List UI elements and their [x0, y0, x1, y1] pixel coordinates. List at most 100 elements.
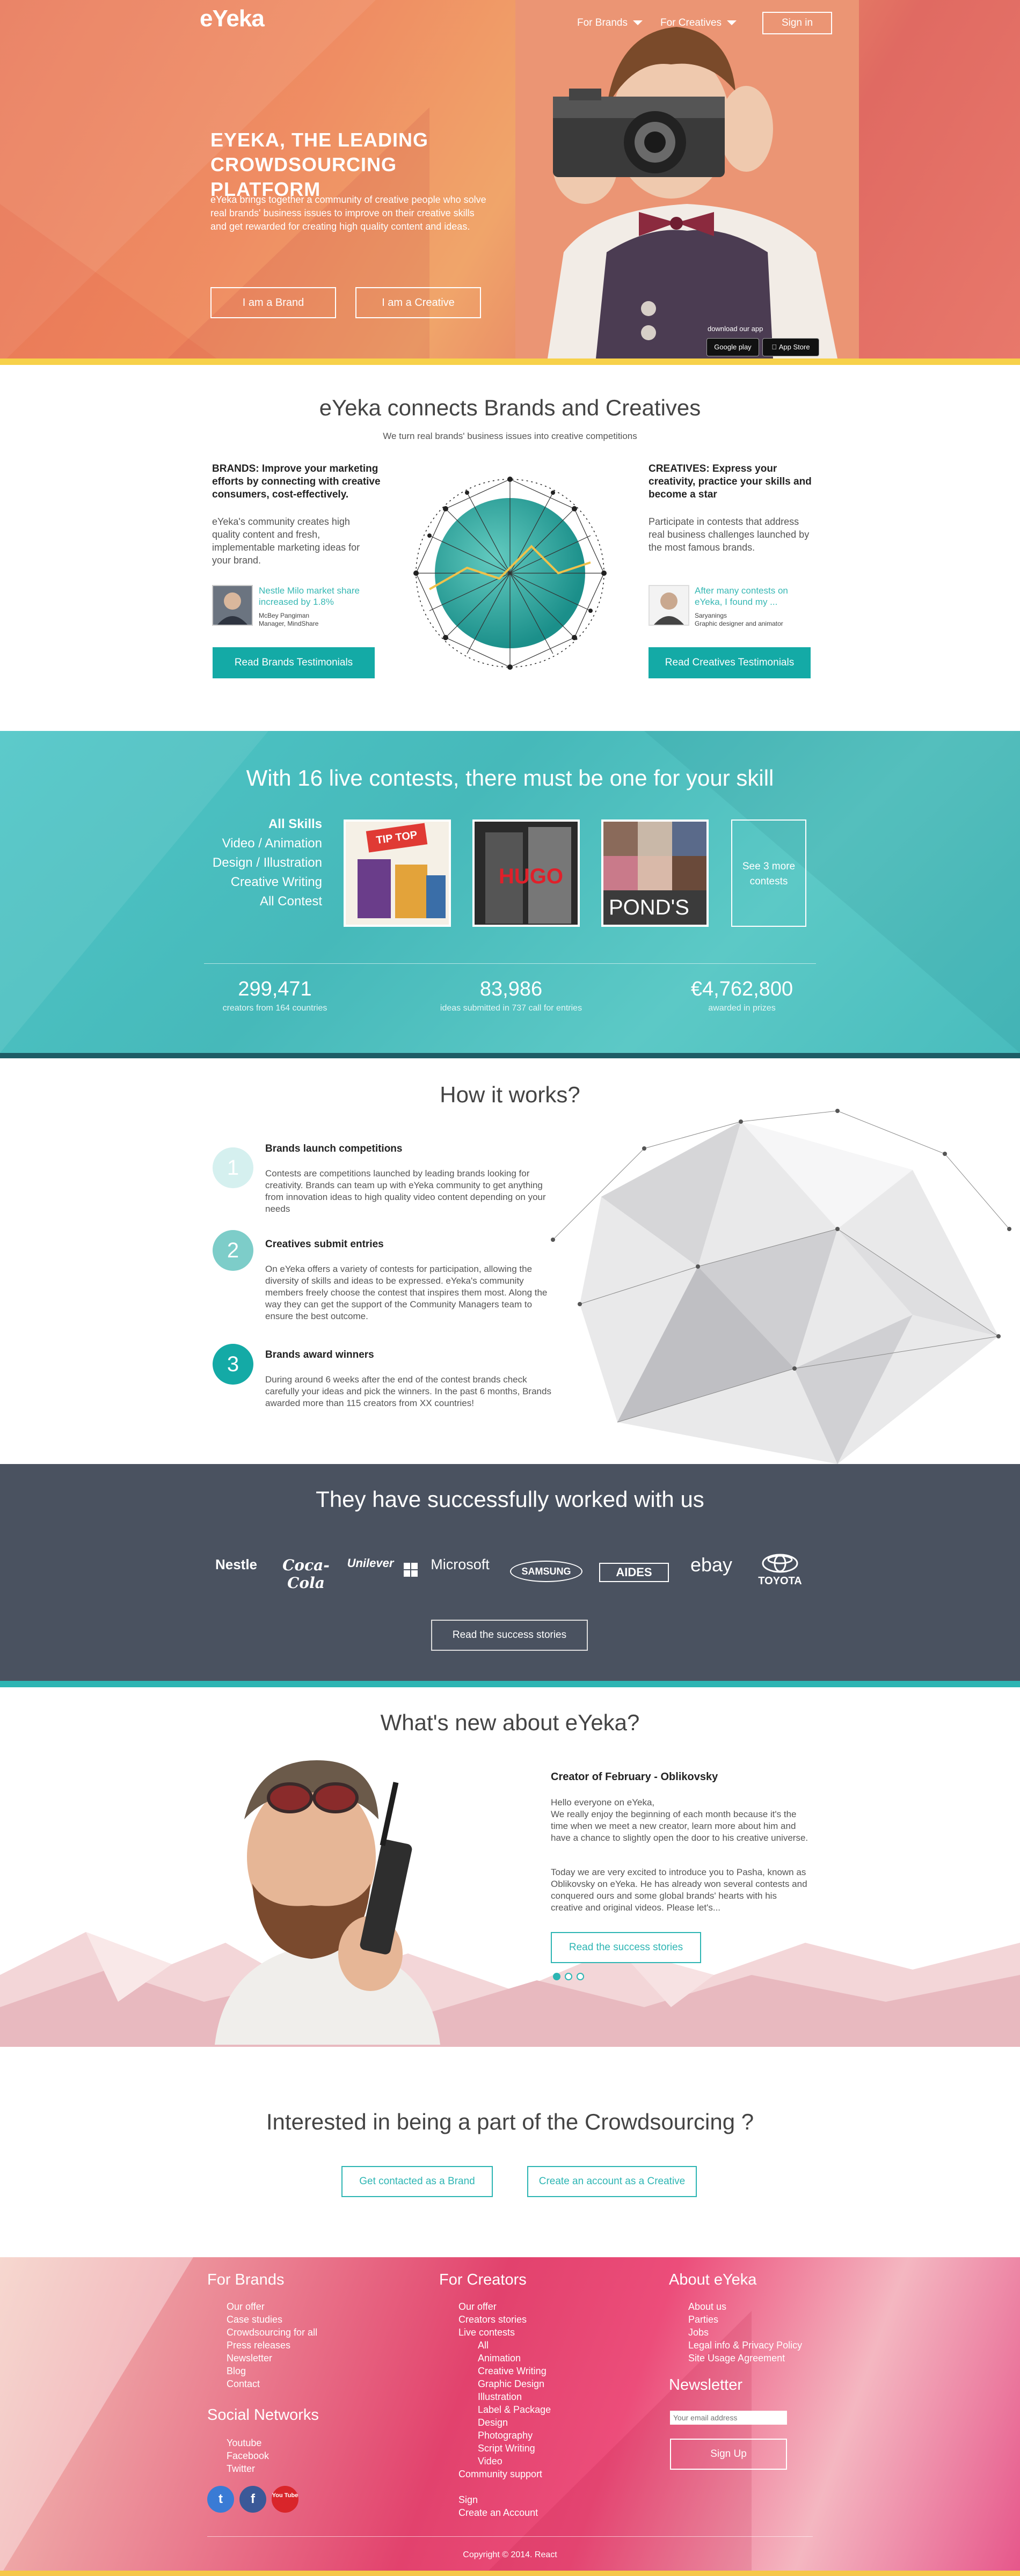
contests-divider-line — [204, 963, 816, 964]
footer-link[interactable]: Crowdsourcing for all — [227, 2326, 317, 2339]
brands-quote[interactable]: Nestle Milo market share increased by 1.… — [259, 585, 377, 608]
footer-link[interactable]: Creators stories — [458, 2313, 551, 2326]
see-more-contests-button[interactable]: See 3 more contests — [731, 819, 806, 927]
app-store-label: App Store — [775, 343, 810, 351]
footer-link[interactable]: All — [478, 2339, 551, 2352]
footer-link[interactable]: Creative Writing — [478, 2365, 551, 2377]
footer-link[interactable]: Contact — [227, 2377, 317, 2390]
footer-link[interactable]: About us — [688, 2300, 802, 2313]
footer-link[interactable]: Live contests — [458, 2326, 551, 2339]
hero-title: EYEKA, THE LEADING CROWDSOURCING PLATFOR… — [210, 129, 429, 200]
nav-for-creatives[interactable]: For Creatives — [660, 17, 737, 29]
footer-link[interactable]: Illustration — [478, 2390, 551, 2403]
brand-logo-toyota: TOYOTA — [758, 1575, 802, 1587]
interest-section — [0, 2047, 1020, 2257]
brand-logo-unilever: Unilever — [347, 1556, 394, 1570]
footer-link[interactable]: Newsletter — [227, 2352, 317, 2365]
footer-link[interactable]: Create an Account — [458, 2506, 551, 2519]
step-1-heading: Brands launch competitions — [265, 1143, 403, 1154]
connect-title: eYeka connects Brands and Creatives — [319, 395, 701, 420]
footer-link[interactable]: Jobs — [688, 2326, 802, 2339]
brand-logo-cocacola: Coca-Cola — [282, 1556, 330, 1592]
newsletter-email-input[interactable] — [670, 2411, 787, 2425]
footer-link[interactable]: Script Writing — [478, 2442, 551, 2455]
skill-filter-all-contest[interactable]: All Contest — [161, 894, 322, 909]
news-paragraph-1: Hello everyone on eYeka, We really enjoy… — [551, 1797, 808, 1843]
footer-link[interactable]: Video — [478, 2455, 551, 2468]
footer-link[interactable]: Sign — [458, 2493, 551, 2506]
footer-link[interactable]: Blog — [227, 2365, 317, 2377]
step-3-number: 3 — [213, 1344, 253, 1385]
footer-link[interactable]: Legal info & Privacy Policy — [688, 2339, 802, 2352]
footer-link-facebook[interactable]: Facebook — [227, 2449, 269, 2462]
footer-link[interactable]: Our offer — [458, 2300, 551, 2313]
globe-illustration — [413, 477, 607, 670]
youtube-icon[interactable]: You Tube — [272, 2486, 298, 2513]
footer-for-brands-links: Our offer Case studies Crowdsourcing for… — [227, 2300, 317, 2390]
footer-link[interactable]: Community support — [458, 2468, 551, 2480]
read-success-stories-button[interactable]: Read the success stories — [431, 1620, 588, 1651]
contest-thumb-tiptop[interactable]: TIP TOP — [344, 819, 451, 927]
footer-link[interactable]: Our offer — [227, 2300, 317, 2313]
chevron-down-icon — [727, 20, 737, 26]
step-1-text: Contests are competitions launched by le… — [265, 1168, 546, 1214]
carousel-dot-2[interactable] — [565, 1973, 572, 1980]
brand-logo-samsung: SAMSUNG — [510, 1561, 582, 1582]
create-creative-account-button[interactable]: Create an account as a Creative — [527, 2166, 697, 2197]
step-2-number: 2 — [213, 1230, 253, 1271]
contest-thumb-hugo[interactable]: HUGO — [472, 819, 580, 927]
signin-button[interactable]: Sign in — [762, 12, 832, 34]
creatives-quote[interactable]: After many contests on eYeka, I found my… — [695, 585, 813, 608]
app-store-button[interactable]:  App Store — [762, 338, 819, 356]
newsletter-signup-button[interactable]: Sign Up — [670, 2439, 787, 2470]
step-2-heading: Creatives submit entries — [265, 1239, 384, 1250]
news-read-more-button[interactable]: Read the success stories — [551, 1932, 701, 1963]
contest-thumb-ponds[interactable]: POND'S — [601, 819, 709, 927]
nav-for-brands-label: For Brands — [577, 17, 628, 28]
footer-link[interactable]: Graphic Design — [478, 2377, 551, 2390]
skill-filter-all[interactable]: All Skills — [161, 817, 322, 832]
read-creatives-testimonials-button[interactable]: Read Creatives Testimonials — [649, 647, 811, 678]
mountains-illustration — [0, 1932, 1020, 2047]
step-1-number: 1 — [213, 1147, 253, 1188]
footer-link[interactable]: Design — [478, 2416, 551, 2429]
get-contacted-brand-button[interactable]: Get contacted as a Brand — [341, 2166, 493, 2197]
footer-link-youtube[interactable]: Youtube — [227, 2436, 269, 2449]
person-icon — [217, 592, 247, 625]
brand-logo-nestle: Nestle — [215, 1556, 258, 1572]
skill-filter-design[interactable]: Design / Illustration — [161, 855, 322, 870]
footer-link[interactable]: Press releases — [227, 2339, 317, 2352]
footer-link[interactable]: Site Usage Agreement — [688, 2352, 802, 2365]
step-3-heading: Brands award winners — [265, 1349, 374, 1360]
footer-link-twitter[interactable]: Twitter — [227, 2462, 269, 2475]
brand-logo-aides: AIDES — [599, 1563, 669, 1582]
carousel-dot-3[interactable] — [577, 1973, 584, 1980]
logo[interactable]: eYeka — [200, 5, 265, 32]
skill-filter-video[interactable]: Video / Animation — [161, 836, 322, 851]
nav-for-brands[interactable]: For Brands — [577, 17, 643, 29]
contests-title: With 16 live contests, there must be one… — [246, 765, 774, 791]
read-brands-testimonials-button[interactable]: Read Brands Testimonials — [213, 647, 375, 678]
stat-creators-value: 299,471 — [238, 978, 312, 1000]
contest-thumb-label: HUGO — [499, 865, 563, 888]
brands-heading: BRANDS: Improve your marketing efforts b… — [212, 463, 381, 500]
footer-link[interactable]: Label & Package — [478, 2403, 551, 2416]
hero-divider — [0, 358, 1020, 365]
carousel-dot-1[interactable] — [553, 1973, 560, 1980]
interest-title: Interested in being a part of the Crowds… — [266, 2109, 754, 2134]
creatives-person-name: Saryanings — [695, 612, 727, 619]
footer-link[interactable]: Photography — [478, 2429, 551, 2442]
brands-person-name: McBey Pangiman — [259, 612, 310, 619]
footer-link[interactable]: Parties — [688, 2313, 802, 2326]
i-am-a-creative-button[interactable]: I am a Creative — [355, 287, 481, 318]
footer-link[interactable]: Case studies — [227, 2313, 317, 2326]
google-play-button[interactable]: Google play — [706, 338, 759, 356]
facebook-icon[interactable]: f — [239, 2486, 266, 2513]
skill-filter-writing[interactable]: Creative Writing — [161, 875, 322, 890]
footer-for-creators-title: For Creators — [439, 2271, 527, 2288]
twitter-icon[interactable]: t — [207, 2486, 234, 2513]
i-am-a-brand-button[interactable]: I am a Brand — [210, 287, 336, 318]
footer-about-links: About us Parties Jobs Legal info & Priva… — [688, 2300, 802, 2365]
footer-link[interactable]: Animation — [478, 2352, 551, 2365]
news-title: What's new about eYeka? — [380, 1710, 640, 1735]
